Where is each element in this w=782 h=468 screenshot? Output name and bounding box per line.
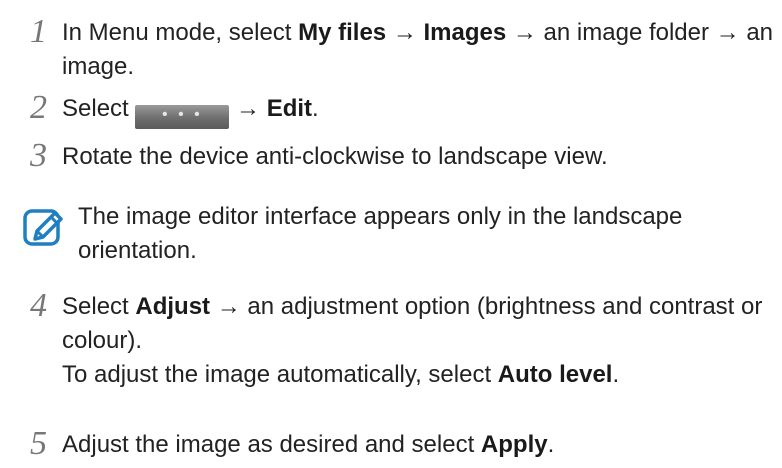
more-dots-icon: • • • — [162, 106, 203, 123]
period: . — [312, 95, 319, 122]
bold-term: Images — [423, 19, 507, 46]
step-main-line: Select Adjust → an adjustment option (br… — [62, 290, 776, 358]
text-run: → — [386, 19, 424, 46]
text-run: Adjust the image as desired and select — [62, 431, 481, 458]
note-pencil-icon — [23, 209, 63, 246]
text-run: . — [547, 431, 555, 458]
step-text: Rotate the device anti-clockwise to land… — [62, 143, 608, 170]
more-options-button[interactable]: • • • — [135, 105, 230, 129]
step-number: 5 — [30, 425, 47, 462]
step-number: 2 — [30, 89, 47, 126]
step-select-word: Select — [62, 95, 129, 122]
step-number: 3 — [30, 137, 47, 174]
step-text: Select • • • → Edit. — [62, 92, 776, 129]
bold-term: Adjust — [135, 293, 211, 320]
text-run: . — [612, 361, 620, 388]
text-run: To adjust the image automatically, selec… — [62, 361, 498, 388]
bold-term: Apply — [480, 431, 548, 458]
step-subline: To adjust the image automatically, selec… — [62, 358, 776, 392]
step-number: 4 — [30, 287, 47, 324]
text-run: In Menu mode, select — [62, 19, 299, 46]
edit-label: Edit — [266, 95, 313, 122]
note-text: The image editor interface appears only … — [78, 203, 683, 264]
bold-term: Auto level — [497, 361, 613, 388]
step-text: Select Adjust → an adjustment option (br… — [62, 290, 776, 392]
step-text: In Menu mode, select My files → Images →… — [62, 16, 776, 84]
text-run: Select — [62, 293, 136, 320]
bold-term: My files — [298, 19, 387, 46]
arrow: → — [236, 95, 261, 122]
step-text: Adjust the image as desired and select A… — [62, 428, 776, 462]
step-number: 1 — [30, 13, 47, 50]
